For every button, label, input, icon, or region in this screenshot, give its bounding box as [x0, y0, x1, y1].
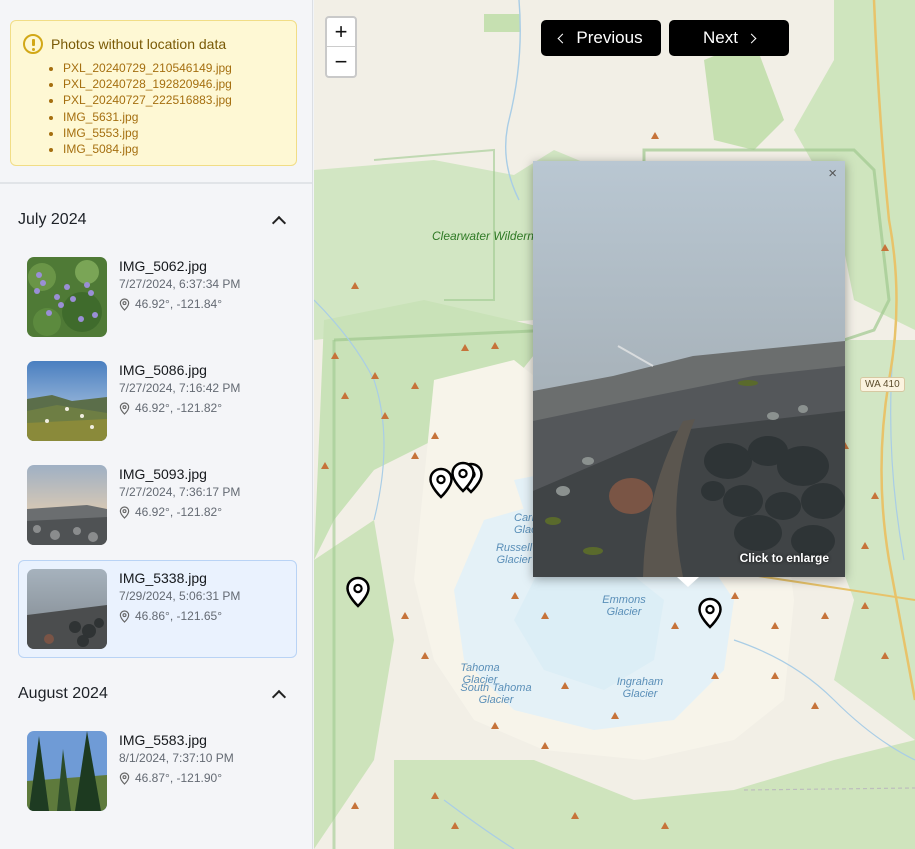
photo-coordinates: 46.92°, -121.82°: [119, 401, 222, 415]
no-location-list: PXL_20240729_210546149.jpg PXL_20240728_…: [63, 60, 284, 157]
photo-thumbnail: [27, 731, 107, 811]
click-to-enlarge-hint: Click to enlarge: [739, 551, 829, 565]
photo-coords-text: 46.86°, -121.65°: [135, 609, 222, 623]
no-location-file: PXL_20240729_210546149.jpg: [63, 60, 284, 76]
map-label-south-tahoma-glacier: South Tahoma Glacier: [460, 682, 532, 706]
photo-date: 7/27/2024, 7:36:17 PM: [119, 485, 241, 499]
photo-coords-text: 46.92°, -121.82°: [135, 505, 222, 519]
previous-button[interactable]: Previous: [541, 20, 661, 56]
photo-coordinates: 46.86°, -121.65°: [119, 609, 222, 623]
no-location-panel: Photos without location data PXL_2024072…: [10, 20, 297, 166]
photo-name: IMG_5583.jpg: [119, 732, 207, 748]
photo-date: 7/27/2024, 6:37:34 PM: [119, 277, 241, 291]
photo-item-img-5093[interactable]: IMG_5093.jpg 7/27/2024, 7:36:17 PM 46.92…: [18, 456, 297, 554]
previous-label: Previous: [576, 28, 643, 47]
popup-photo[interactable]: [533, 161, 845, 577]
chevron-right-icon: [746, 33, 757, 43]
no-location-title: Photos without location data: [51, 36, 227, 52]
photo-item-img-5583[interactable]: IMG_5583.jpg 8/1/2024, 7:37:10 PM 46.87°…: [18, 722, 297, 820]
chevron-up-icon[interactable]: [271, 215, 287, 231]
zoom-out-button[interactable]: −: [327, 47, 355, 76]
group-header-july-2024[interactable]: July 2024: [18, 208, 290, 232]
photo-name: IMG_5062.jpg: [119, 258, 207, 274]
sidebar: Photos without location data PXL_2024072…: [0, 0, 313, 849]
group-title: August 2024: [18, 685, 108, 702]
group-header-august-2024[interactable]: August 2024: [18, 682, 290, 706]
no-location-file: IMG_5084.jpg: [63, 141, 284, 157]
location-pin-icon: [119, 505, 130, 519]
no-location-file: IMG_5631.jpg: [63, 109, 284, 125]
photo-coords-text: 46.92°, -121.84°: [135, 297, 222, 311]
photo-marker-icon[interactable]: [697, 597, 723, 629]
group-title: July 2024: [18, 211, 87, 228]
chevron-up-icon[interactable]: [271, 689, 287, 705]
photo-coords-text: 46.87°, -121.90°: [135, 771, 222, 785]
photo-thumbnail: [27, 465, 107, 545]
photo-name: IMG_5093.jpg: [119, 466, 207, 482]
no-location-file: IMG_5553.jpg: [63, 125, 284, 141]
no-location-file: PXL_20240727_222516883.jpg: [63, 92, 284, 108]
photo-item-img-5062[interactable]: IMG_5062.jpg 7/27/2024, 6:37:34 PM 46.92…: [18, 248, 297, 346]
map-label-wa-410: WA 410: [860, 377, 905, 392]
photo-coordinates: 46.92°, -121.82°: [119, 505, 222, 519]
photo-date: 7/29/2024, 5:06:31 PM: [119, 589, 241, 603]
photo-thumbnail: [27, 257, 107, 337]
photo-item-img-5338[interactable]: IMG_5338.jpg 7/29/2024, 5:06:31 PM 46.86…: [18, 560, 297, 658]
map-label-emmons-glacier: Emmons Glacier: [602, 594, 646, 618]
no-location-file: PXL_20240728_192820946.jpg: [63, 76, 284, 92]
close-icon[interactable]: ×: [828, 165, 837, 182]
zoom-in-button[interactable]: +: [327, 18, 355, 47]
photo-coordinates: 46.87°, -121.90°: [119, 771, 222, 785]
photo-marker-icon[interactable]: [345, 576, 371, 608]
map-label-ingraham-glacier: Ingraham Glacier: [616, 676, 664, 700]
location-pin-icon: [119, 609, 130, 623]
location-pin-icon: [119, 771, 130, 785]
next-button[interactable]: Next: [669, 20, 789, 56]
sidebar-divider: [0, 182, 312, 184]
location-pin-icon: [119, 297, 130, 311]
photo-date: 8/1/2024, 7:37:10 PM: [119, 751, 234, 765]
popup-tip: [677, 577, 699, 587]
photo-marker-icon[interactable]: [450, 461, 476, 493]
photo-coordinates: 46.92°, -121.84°: [119, 297, 222, 311]
zoom-control: + −: [325, 16, 357, 78]
map-label-russell-glacier: Russell Glacier: [495, 542, 533, 566]
chevron-left-icon: [557, 33, 568, 43]
photo-name: IMG_5338.jpg: [119, 570, 207, 586]
photo-thumbnail: [27, 569, 107, 649]
photo-popup: × Click to enlarge: [533, 161, 845, 587]
next-label: Next: [703, 28, 738, 47]
location-pin-icon: [119, 401, 130, 415]
photo-name: IMG_5086.jpg: [119, 362, 207, 378]
photo-date: 7/27/2024, 7:16:42 PM: [119, 381, 241, 395]
warning-circle-icon: [23, 34, 43, 54]
photo-thumbnail: [27, 361, 107, 441]
map-view[interactable]: Clearwater Wilderness Russell Glacier Ca…: [314, 0, 915, 849]
photo-item-img-5086[interactable]: IMG_5086.jpg 7/27/2024, 7:16:42 PM 46.92…: [18, 352, 297, 450]
photo-coords-text: 46.92°, -121.82°: [135, 401, 222, 415]
